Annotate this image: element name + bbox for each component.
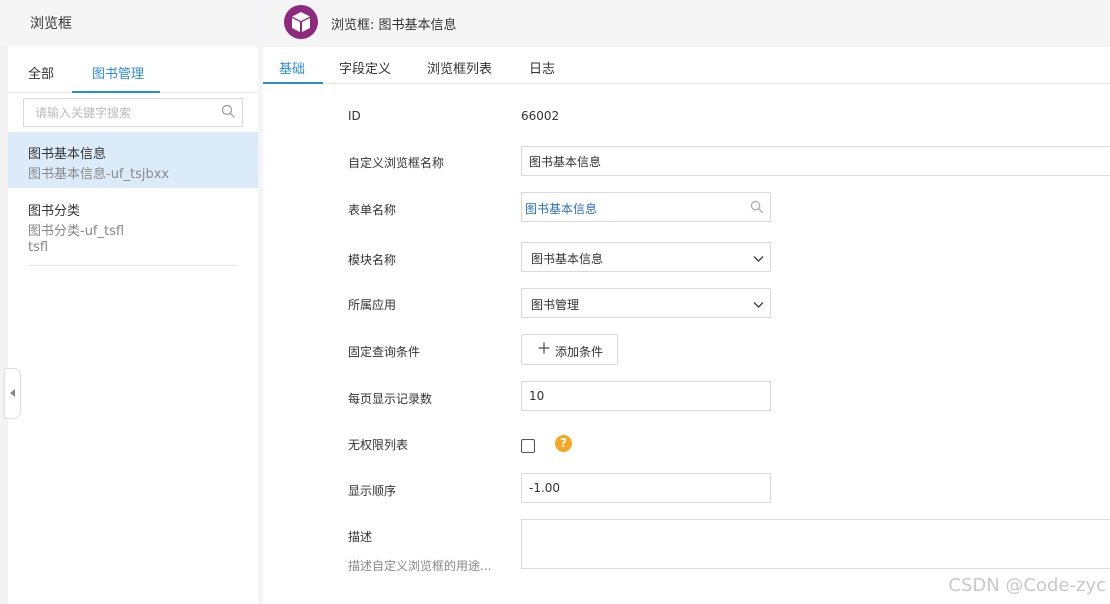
display-order-field <box>521 473 771 503</box>
detail-header: 浏览框: 图书基本信息 <box>263 0 1110 47</box>
description-hint: 描述自定义浏览框的用途... <box>348 559 492 573</box>
sidebar-header: 浏览框 <box>0 0 258 46</box>
collapse-sidebar-handle[interactable] <box>4 368 21 419</box>
page-size-input[interactable] <box>522 382 770 410</box>
collapse-arrow-icon <box>10 389 15 397</box>
form-name-label: 表单名称 <box>348 203 397 217</box>
list-item-subtitle: 图书基本信息-uf_tsjbxx <box>28 167 170 182</box>
page-size-field <box>521 381 771 411</box>
search-icon[interactable] <box>750 200 764 217</box>
detail-tabs: 基础 字段定义 浏览框列表 日志 <box>263 47 1110 84</box>
app-value: 图书管理 <box>531 298 580 312</box>
fixed-query-label: 固定查询条件 <box>348 345 421 359</box>
search-input[interactable] <box>24 99 214 126</box>
no-permission-list-checkbox[interactable] <box>521 439 535 453</box>
app-select[interactable]: 图书管理 <box>521 288 771 318</box>
sidebar-tabs: 全部 图书管理 <box>8 46 258 93</box>
description-label: 描述 <box>348 530 373 544</box>
search-icon[interactable] <box>221 104 236 123</box>
browse-box-detail: 浏览框: 图书基本信息 基础 字段定义 浏览框列表 日志 ID 66002 自定… <box>263 0 1110 604</box>
add-condition-label: 添加条件 <box>555 345 604 359</box>
id-label: ID <box>348 109 361 123</box>
tab-all[interactable]: 全部 <box>28 63 54 82</box>
tab-field-definition[interactable]: 字段定义 <box>339 58 391 77</box>
browse-name-label: 自定义浏览框名称 <box>348 156 445 170</box>
app-label: 所属应用 <box>348 298 397 312</box>
list-divider <box>28 265 238 266</box>
add-condition-button[interactable]: 添加条件 <box>521 334 618 365</box>
list-item-subtitle: 图书分类-uf_tsfl <box>28 224 125 239</box>
list-item-code: tsfl <box>28 240 49 255</box>
tab-log[interactable]: 日志 <box>529 58 555 77</box>
no-permission-list-label: 无权限列表 <box>348 438 409 452</box>
list-item-title: 图书分类 <box>28 204 81 219</box>
browse-box-sidebar: 浏览框 全部 图书管理 图书基本信息 图书基本信息-uf_tsjbxx 图书分类… <box>0 0 258 604</box>
page-size-label: 每页显示记录数 <box>348 392 433 406</box>
sidebar-search <box>23 98 243 127</box>
display-order-input[interactable] <box>522 474 770 502</box>
module-name-label: 模块名称 <box>348 253 397 267</box>
form-name-field[interactable]: 图书基本信息 <box>521 192 771 222</box>
tab-browse-list[interactable]: 浏览框列表 <box>427 58 492 77</box>
chevron-down-icon[interactable] <box>753 252 764 266</box>
plus-icon <box>538 342 550 357</box>
chevron-down-icon[interactable] <box>753 298 764 312</box>
tab-basic[interactable]: 基础 <box>279 58 305 77</box>
module-name-select[interactable]: 图书基本信息 <box>521 242 771 272</box>
module-name-value: 图书基本信息 <box>531 252 604 266</box>
watermark: CSDN @Code-zyc <box>948 575 1106 596</box>
list-item-title: 图书基本信息 <box>28 147 107 162</box>
help-icon[interactable]: ? <box>555 435 572 452</box>
cube-logo-icon <box>284 5 318 39</box>
browse-name-input[interactable] <box>522 147 1110 175</box>
list-item[interactable]: 图书分类 图书分类-uf_tsfl tsfl <box>8 189 258 265</box>
sidebar-gutter <box>0 46 8 604</box>
display-order-label: 显示顺序 <box>348 484 397 498</box>
sidebar-title: 浏览框 <box>30 16 72 32</box>
description-textarea[interactable] <box>521 519 1110 569</box>
list-item[interactable]: 图书基本信息 图书基本信息-uf_tsjbxx <box>8 132 258 188</box>
id-value: 66002 <box>521 109 560 123</box>
page-title: 浏览框: 图书基本信息 <box>331 18 457 33</box>
tab-book-management[interactable]: 图书管理 <box>92 63 144 82</box>
form-name-value[interactable]: 图书基本信息 <box>525 200 597 217</box>
active-tab-underline <box>72 91 160 93</box>
browse-name-field <box>521 146 1110 176</box>
active-tab-underline <box>263 82 323 84</box>
